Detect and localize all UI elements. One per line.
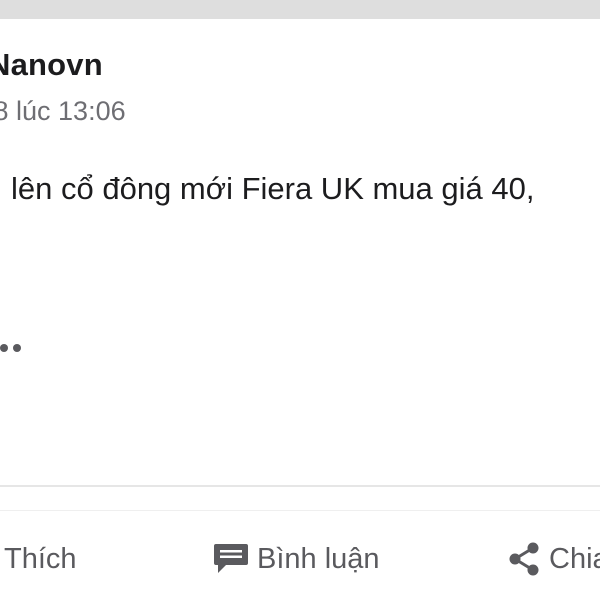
comment-button[interactable]: Bình luận <box>213 539 380 579</box>
post-card: Nanovn /8 lúc 13:06 lên cổ đông mới Fier… <box>0 19 600 600</box>
screen: Nanovn /8 lúc 13:06 lên cổ đông mới Fier… <box>0 0 600 600</box>
post-divider <box>0 485 600 487</box>
more-dots-icon[interactable] <box>0 344 21 352</box>
top-separator-bar <box>0 0 600 19</box>
more-dot <box>0 344 8 352</box>
like-button[interactable]: Thích <box>4 539 77 579</box>
share-button[interactable]: Chia <box>507 539 600 579</box>
like-label: Thích <box>4 542 77 575</box>
share-label: Chia <box>549 542 600 575</box>
author-name[interactable]: Nanovn <box>0 47 103 83</box>
post-text: lên cổ đông mới Fiera UK mua giá 40, <box>11 171 535 206</box>
post-action-bar: Thích Bình luận Chi <box>0 539 600 579</box>
post-timestamp[interactable]: /8 lúc 13:06 <box>0 96 126 127</box>
share-icon <box>509 542 539 576</box>
actions-divider <box>0 510 600 511</box>
more-dot <box>13 344 21 352</box>
comment-label: Bình luận <box>257 542 380 575</box>
comment-bubble-icon <box>214 544 248 573</box>
